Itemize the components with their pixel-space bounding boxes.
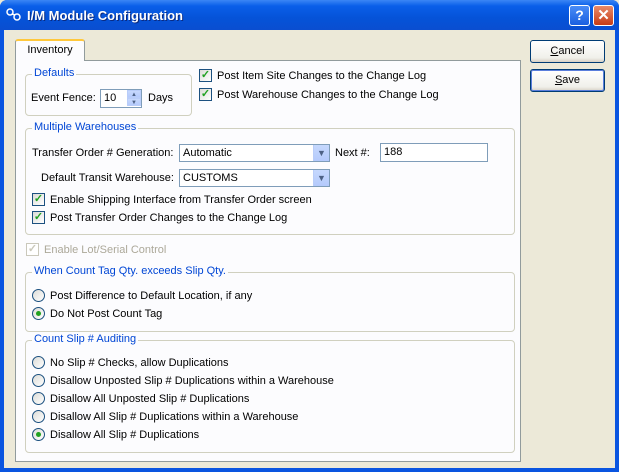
count-slip-option-label: No Slip # Checks, allow Duplications: [50, 357, 229, 369]
defaults-legend: Defaults: [32, 67, 77, 79]
count-slip-radio-all-unposted[interactable]: [32, 392, 45, 405]
dialog-window: I/M Module Configuration ? ✕ Inventory D…: [0, 0, 619, 472]
to-generation-value: Automatic: [183, 147, 232, 159]
count-slip-radio-all[interactable]: [32, 428, 45, 441]
next-number-input[interactable]: 188: [380, 143, 488, 162]
count-tag-group: When Count Tag Qty. exceeds Slip Qty. Po…: [25, 265, 515, 332]
count-slip-legend: Count Slip # Auditing: [32, 333, 139, 345]
count-slip-option-label: Disallow Unposted Slip # Duplications wi…: [50, 375, 334, 387]
tab-panel-inventory: Defaults Event Fence: 10 ▲ ▼ Days ✓ Post…: [15, 60, 521, 462]
multiple-warehouses-legend: Multiple Warehouses: [32, 121, 139, 133]
event-fence-spinbox[interactable]: 10 ▲ ▼: [100, 89, 142, 108]
tab-inventory[interactable]: Inventory: [15, 39, 85, 61]
lot-serial-checkbox: ✓: [26, 243, 39, 256]
chevron-down-icon[interactable]: ▼: [313, 170, 329, 186]
count-slip-radio-all-warehouse[interactable]: [32, 410, 45, 423]
lot-serial-label: Enable Lot/Serial Control: [44, 244, 167, 256]
post-warehouse-changes-label: Post Warehouse Changes to the Change Log: [217, 89, 439, 101]
count-slip-option-label: Disallow All Unposted Slip # Duplication…: [50, 393, 250, 405]
app-icon: [6, 8, 21, 21]
chevron-down-icon[interactable]: ▼: [313, 145, 329, 161]
post-itemsite-changes-label: Post Item Site Changes to the Change Log: [217, 70, 427, 82]
count-tag-option-label: Post Difference to Default Location, if …: [50, 290, 253, 302]
spin-buttons[interactable]: ▲ ▼: [127, 90, 141, 107]
multiple-warehouses-group: Multiple Warehouses Transfer Order # Gen…: [25, 121, 515, 235]
count-slip-radio-unposted-warehouse[interactable]: [32, 374, 45, 387]
spin-up-icon[interactable]: ▲: [127, 90, 141, 98]
defaults-group: Defaults Event Fence: 10 ▲ ▼ Days: [25, 67, 192, 116]
enable-shipping-checkbox[interactable]: ✓: [32, 193, 45, 206]
days-label: Days: [148, 92, 174, 104]
count-tag-option-label: Do Not Post Count Tag: [50, 308, 163, 320]
to-generation-select[interactable]: Automatic ▼: [179, 144, 330, 162]
spin-down-icon[interactable]: ▼: [127, 98, 141, 106]
next-number-label: Next #:: [335, 147, 370, 159]
enable-shipping-label: Enable Shipping Interface from Transfer …: [50, 194, 312, 206]
transit-warehouse-value: CUSTOMS: [183, 172, 238, 184]
next-number-value: 188: [384, 146, 403, 158]
post-to-changes-label: Post Transfer Order Changes to the Chang…: [50, 212, 288, 224]
to-generation-label: Transfer Order # Generation:: [32, 147, 174, 159]
cancel-button[interactable]: Cancel: [530, 40, 605, 63]
count-tag-radio-post-difference[interactable]: [32, 289, 45, 302]
window-title: I/M Module Configuration: [27, 8, 183, 23]
post-to-changes-checkbox[interactable]: ✓: [32, 211, 45, 224]
event-fence-label: Event Fence:: [31, 92, 96, 104]
dialog-body: Inventory Defaults Event Fence: 10 ▲ ▼ D…: [4, 30, 615, 468]
transit-warehouse-label: Default Transit Warehouse:: [41, 172, 174, 184]
event-fence-value: 10: [104, 92, 117, 104]
save-label: ave: [562, 74, 581, 86]
cancel-label: ancel: [558, 45, 585, 57]
count-tag-legend: When Count Tag Qty. exceeds Slip Qty.: [32, 265, 228, 277]
help-button[interactable]: ?: [569, 5, 590, 26]
post-warehouse-changes-checkbox[interactable]: ✓: [199, 88, 212, 101]
count-slip-group: Count Slip # Auditing No Slip # Checks, …: [25, 333, 515, 453]
count-slip-option-label: Disallow All Slip # Duplications within …: [50, 411, 299, 423]
post-itemsite-changes-checkbox[interactable]: ✓: [199, 69, 212, 82]
title-bar[interactable]: I/M Module Configuration ? ✕: [0, 0, 619, 30]
transit-warehouse-select[interactable]: CUSTOMS ▼: [179, 169, 330, 187]
close-button[interactable]: ✕: [593, 5, 614, 26]
count-slip-option-label: Disallow All Slip # Duplications: [50, 429, 200, 441]
count-tag-radio-do-not-post[interactable]: [32, 307, 45, 320]
save-button[interactable]: Save: [530, 69, 605, 92]
count-slip-radio-no-checks[interactable]: [32, 356, 45, 369]
